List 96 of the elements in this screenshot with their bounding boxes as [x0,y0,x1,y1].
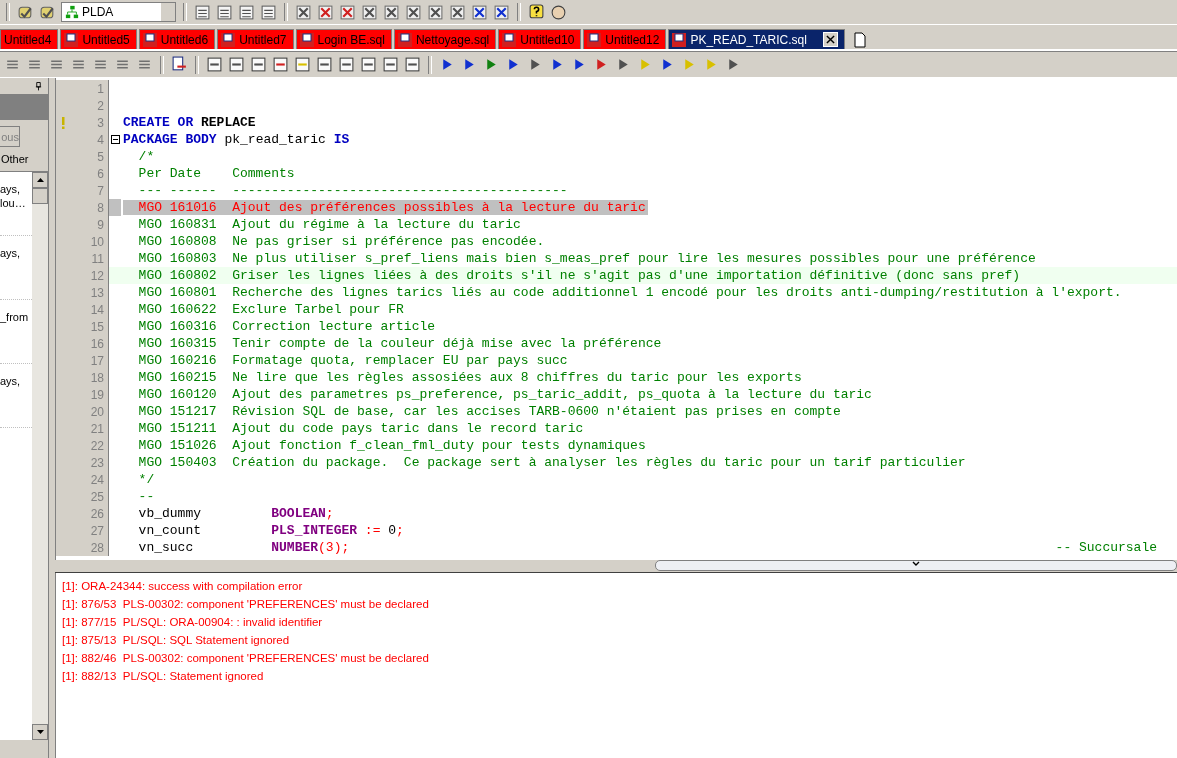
line-number: 14 [89,302,105,317]
scroll-up-icon[interactable] [36,178,44,182]
error-message[interactable]: [1]: 877/15 PL/SQL: ORA-00904: : invalid identifier [62,613,1171,631]
code-line: Per Date Comments [137,166,296,181]
code-editor[interactable] [55,78,1177,560]
script-file-icon [142,32,157,47]
file-tab[interactable]: Login BE.sql [295,29,392,49]
code-line: MGO 160215 Ne lire que les règles assosiées aux 8 chiffres du taric pour les exports [137,370,803,385]
crossed-lines-icon[interactable] [339,3,356,21]
file-tab[interactable]: PK_READ_TARIC.sql [668,29,845,49]
line-number: 4 [96,132,105,147]
line-number: 11 [90,251,105,266]
script-file-icon [299,32,314,47]
line-number: 8 [96,200,105,215]
file-tab[interactable]: Untitled6 [138,29,216,49]
pin-icon[interactable] [35,81,42,91]
vertical-scrollbar[interactable] [32,172,48,740]
code-line: MGO 160316 Correction lecture article [137,319,437,334]
script-file-icon [587,32,602,47]
code-line: /* [137,149,156,164]
side-button[interactable]: ous [0,126,20,147]
line-number: 9 [96,217,105,232]
scroll-down-icon[interactable] [36,730,44,734]
line-number: 13 [89,285,105,300]
scroll-thumb[interactable] [32,188,48,204]
script-file-icon [64,32,79,47]
line-number: 7 [96,183,105,198]
code-line: MGO 160831 Ajout du régime à la lecture du taric [137,217,522,232]
line-number: 12 [89,268,105,283]
script-file-icon [221,32,236,47]
code-line: MGO 151026 Ajout fonction f_clean_fml_duty pour tests dynamiques [137,438,647,453]
line-number: 28 [89,540,105,555]
connection-dropdown[interactable]: PLDA [61,2,176,22]
line-number: 23 [89,455,105,470]
category-label: Other [0,152,30,167]
code-line: vn_count PLS_INTEGER := 0; [137,523,405,538]
file-tab[interactable]: Untitled4 [0,29,59,49]
line-number: 17 [89,353,105,368]
exclamation-icon [61,116,65,129]
line-number: 20 [89,404,105,419]
collapse-icon[interactable] [111,135,120,144]
code-line: MGO 160622 Exclure Tarbel pour FR [137,302,405,317]
script-file-icon [672,32,687,47]
file-tab[interactable]: Nettoyage.sql [393,29,497,49]
code-line: MGO 151217 Révision SQL de base, car les accises TARB-0600 n'étaient pas prises en compte [137,404,842,419]
close-icon[interactable] [822,32,838,47]
line-number: 16 [89,336,105,351]
fold-margin [108,199,121,216]
code-line: PACKAGE BODY pk_read_taric IS [123,132,351,147]
code-line: MGO 150403 Création du package. Ce package sert à analyser les règles du taric pour un tarif particulier [137,455,967,470]
line-number: 25 [89,489,105,504]
line-number: 21 [89,421,105,436]
error-message[interactable]: [1]: 882/13 PL/SQL: Statement ignored [62,667,1171,685]
file-tab[interactable]: Untitled10 [498,29,582,49]
line-number: 19 [89,387,105,402]
error-message[interactable]: [1]: 882/46 PLS-00302: component 'PREFERENCES' must be declared [62,649,1171,667]
chevron-down-icon [912,561,920,566]
code-line: MGO 160315 Tenir compte de la couleur déjà mise avec la préférence [137,336,663,351]
line-number: 27 [89,523,105,538]
code-line: MGO 160216 Formatage quota, remplacer EU par pays succ [137,353,569,368]
code-line: */ [137,472,156,487]
error-message[interactable]: [1]: 876/53 PLS-00302: component 'PREFERENCES' must be declared [62,595,1171,613]
code-line: CREATE OR REPLACE [123,115,257,130]
code-line: MGO 160801 Recherche des lignes tarics liés au code additionnel 1 encodé pour les droits anti-dumping/restitution à l'export. [137,285,1123,300]
code-line: vb_dummy BOOLEAN; [137,506,335,521]
line-number: 18 [89,370,105,385]
line-number: 2 [96,98,105,113]
script-file-icon [502,32,517,47]
file-tab[interactable]: Untitled12 [583,29,667,49]
code-line: MGO 151211 Ajout du code pays taric dans le record taric [137,421,585,436]
network-icon [65,5,79,19]
export-icon[interactable] [171,56,188,73]
code-line: vn_succ NUMBER(3); -- Succursale [137,540,1158,555]
line-number: 24 [89,472,105,487]
line-number: 6 [96,166,105,181]
error-message[interactable]: [1]: 875/13 PL/SQL: SQL Statement ignored [62,631,1171,649]
file-tab[interactable]: Untitled5 [60,29,137,49]
horizontal-scrollbar[interactable] [655,560,1177,571]
code-line: MGO 160803 Ne plus utiliser s_pref_liens mais bien s_meas_pref pour lire les mesures possibles pour une préférence [137,251,1037,266]
line-number: 3 [96,115,105,130]
code-line: -- [137,489,156,504]
line-number: 10 [89,234,105,249]
cross-icon[interactable] [317,3,334,21]
line-number: 1 [96,81,105,96]
line-number: 22 [89,438,105,453]
code-line: MGO 160802 Griser les lignes liées à des droits s'il ne s'agit pas d'une importation définitive (donc sans pref) [137,268,1022,283]
line-number: 5 [96,149,105,164]
error-message[interactable]: [1]: ORA-24344: success with compilation error [62,577,1171,595]
code-line: --- ------ ------------------------------------------- [137,183,569,198]
code-line: MGO 160120 Ajout des parametres ps_preference, ps_taric_addit, ps_quota à la lecture du taric [137,387,873,402]
code-line: MGO 160808 Ne pas griser si préférence pas encodée. [137,234,546,249]
line-number: 26 [89,506,105,521]
help-icon[interactable] [528,3,545,21]
line-number: 15 [89,319,105,334]
script-file-icon [397,32,412,47]
file-tab[interactable]: Untitled7 [217,29,294,49]
